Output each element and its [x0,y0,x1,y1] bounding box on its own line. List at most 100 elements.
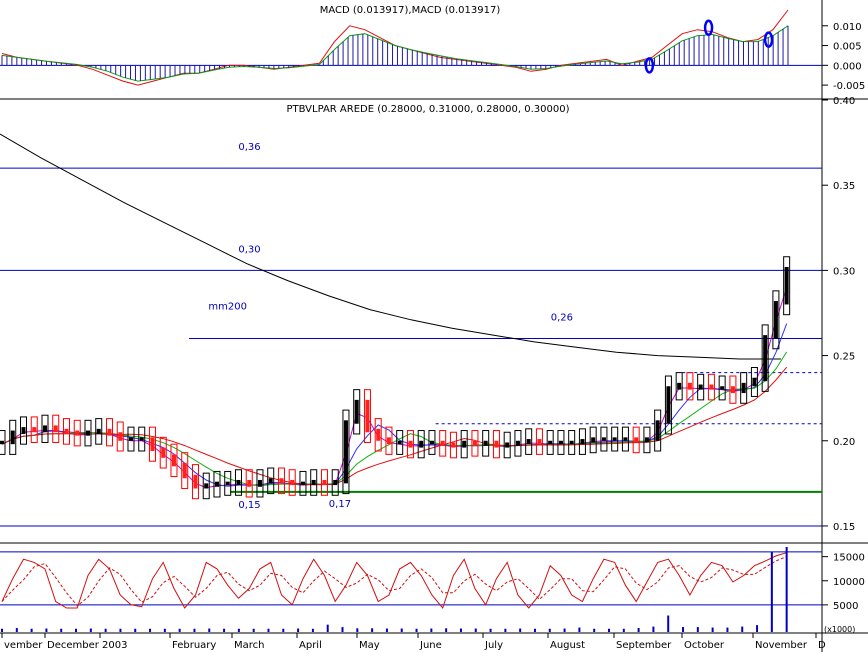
macd-y-tick-label: -0.005 [833,81,865,92]
price-bar-body [601,437,606,441]
price-panel: PTBVLPAR AREDE (0.28000, 0.31000, 0.2800… [0,96,855,533]
x-tick-label: September [616,640,672,651]
price-bar-body [247,479,252,487]
price-bar-body [118,432,123,441]
price-bar-body [644,437,649,443]
price-bar-body [773,301,778,339]
price-bar-body [440,440,445,446]
price-bar-body [472,440,477,446]
price-bar-body [612,437,617,441]
price-bar-body [10,430,15,445]
price-bar-body [64,428,69,434]
price-bar-body [462,440,467,448]
price-bar-body [397,440,402,445]
x-tick-label: August [550,640,585,651]
x-tick-label: vember [4,640,43,651]
x-tick-label: March [234,640,264,651]
price-bar-body [85,430,90,436]
x-tick-label: D [818,640,826,651]
x-tick-label: July [484,640,503,651]
price-bar-body [515,440,520,446]
price-bar-body [386,437,391,445]
level-label: 0,26 [551,313,573,324]
price-bar-body [182,462,187,479]
macd-marker [703,19,714,36]
price-bar-body [763,335,768,382]
macd-signal-line [1,25,789,82]
price-bar-body [32,427,37,433]
price-bar-body [290,479,295,486]
level-label: 0,15 [238,500,260,511]
price-bar-body [333,479,338,486]
mm200-label: mm200 [208,302,247,313]
x-tick-label: February [172,640,216,651]
x-tick-label: 2003 [102,640,127,651]
macd-y-tick-label: 0.000 [833,61,862,72]
price-bar-body [96,428,101,434]
macd-y-tick-label: 0.005 [833,42,862,53]
price-bar-body [53,425,58,433]
price-bar-body [139,437,144,441]
price-y-tick-label: 0.35 [833,181,855,192]
price-bar-body [537,439,542,445]
price-bar-body [720,386,725,390]
price-bar-body [687,382,692,390]
price-bar-body [548,440,553,445]
stoch-y-tick-label: 15000 [833,553,865,564]
level-label: 0,30 [238,244,260,255]
stock-chart: MACD (0.013917),MACD (0.013917) 0.010 0.00… [0,0,868,652]
level-label: 0,36 [238,142,260,153]
macd-title: MACD (0.013917),MACD (0.013917) [320,5,501,16]
price-bar-body [591,437,596,443]
price-bar-body [483,440,488,446]
macd-panel: MACD (0.013917),MACD (0.013917) 0.010 0.00… [0,5,865,92]
price-y-tick-label: 0.30 [833,266,855,277]
price-bar-body [376,428,381,441]
price-bar-body [655,420,660,441]
price-bar-body [0,440,4,445]
macd-line [1,9,789,86]
price-bar-body [784,266,789,305]
stoch-k-line [1,552,787,610]
stoch-y-tick-label: (x1000) [824,625,855,634]
price-bar-body [752,377,757,387]
price-bar-body [214,481,219,487]
price-bar-body [354,399,359,424]
price-bars [0,256,791,500]
x-tick-label: June [419,640,442,651]
price-bar-body [505,442,510,448]
price-bar-body [408,440,413,448]
price-bar-body [580,439,585,445]
price-title: PTBVLPAR AREDE (0.28000, 0.31000, 0.2800… [286,104,569,115]
price-bar-body [730,386,735,394]
price-bar-body [419,440,424,448]
x-tick-label: April [299,640,322,651]
price-bar-body [698,384,703,390]
chart-canvas: MACD (0.013917),MACD (0.013917) 0.010 0.00… [0,0,868,652]
price-bar-body [161,447,166,458]
x-tick-label: May [359,640,380,651]
panel-frames [0,0,868,652]
price-bar-body [236,479,241,486]
price-bar-body [709,384,714,390]
price-bar-body [365,399,370,433]
x-tick-label: December [47,640,100,651]
price-bar-body [225,481,230,486]
price-bar-body [171,454,176,467]
price-bar-body [741,382,746,394]
x-tick-label: November [755,640,808,651]
stoch-panel: 15000 10000 5000 (x1000) [0,551,865,634]
price-y-tick-label: 0.40 [833,96,855,107]
price-bar-body [268,478,273,484]
price-bar-body [204,483,209,489]
price-bar-body [311,479,316,486]
price-bar-body [494,440,499,448]
price-bar-body [107,428,112,436]
price-y-tick-label: 0.25 [833,352,855,363]
price-bar-body [343,420,348,484]
price-bar-body [150,437,155,451]
price-bar-body [526,439,531,445]
x-axis: vember December 2003 February March April May J… [1,633,826,651]
level-label: 0,17 [329,499,351,510]
price-bar-body [300,481,305,486]
